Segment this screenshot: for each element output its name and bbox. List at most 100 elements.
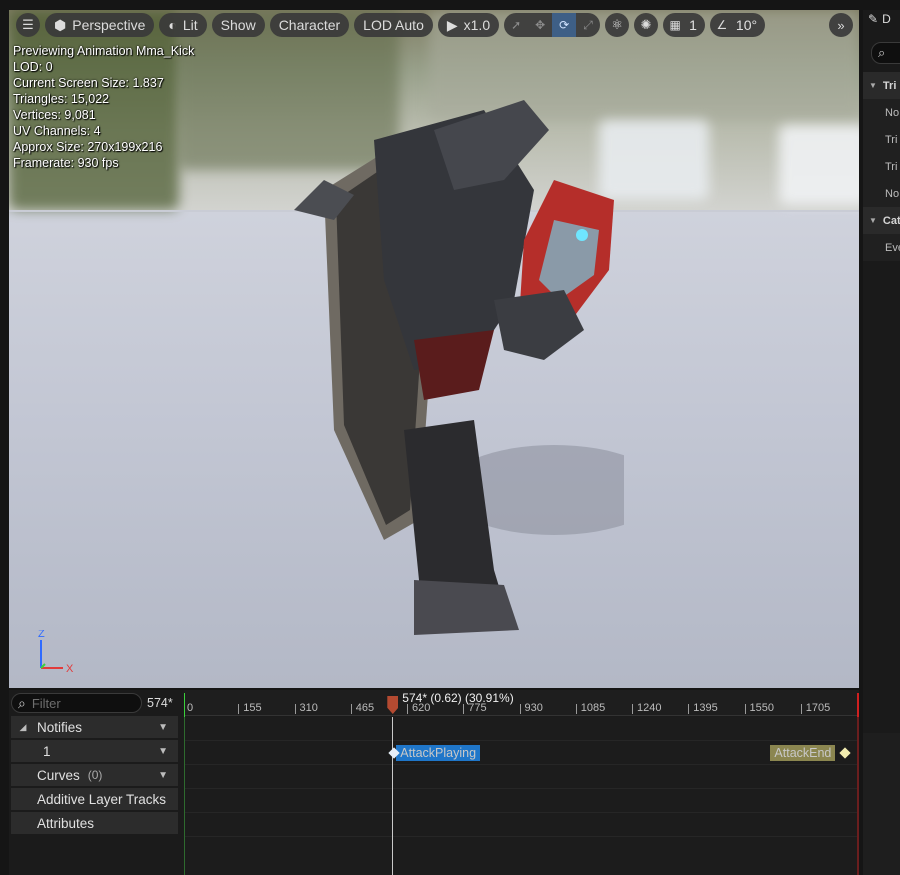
- play-speed-label: x1.0: [463, 17, 491, 33]
- hamburger-icon: ☰: [22, 17, 34, 32]
- attributes-label: Attributes: [37, 815, 95, 831]
- details-row-label: Tri: [885, 133, 898, 146]
- timeline-ruler[interactable]: 0 155 310 465 620 775 930 1085 1240 1395 1550 1705 5…: [184, 690, 859, 717]
- animation-timeline: ⌕ Filter 574* ◢ Notifies ▼ 1 ▼ Curves (0…: [9, 690, 859, 875]
- ruler-tick: [407, 704, 408, 714]
- ruler-tick-label: 1550: [749, 702, 774, 714]
- character-button[interactable]: Character: [269, 13, 350, 37]
- asset-browser-panel: [863, 733, 900, 875]
- axis-gizmo: Z X: [38, 630, 74, 675]
- local-space-button[interactable]: ⚛: [605, 13, 630, 37]
- ruler-tick: [238, 704, 240, 714]
- curves-count: (0): [87, 768, 103, 782]
- background-car-2: [779, 125, 859, 205]
- details-row[interactable]: Tri: [863, 153, 900, 180]
- details-row[interactable]: No: [863, 99, 900, 126]
- notify-marker[interactable]: AttackPlaying: [396, 745, 481, 761]
- current-frame-count: 574*: [147, 696, 173, 710]
- details-search-input[interactable]: ⌕: [871, 42, 900, 64]
- end-marker: [857, 693, 859, 717]
- perspective-label: Perspective: [72, 17, 146, 33]
- stats-screen-size: Current Screen Size: 1.837: [13, 76, 164, 90]
- ruler-tick: [688, 704, 690, 714]
- chevron-down-icon[interactable]: ▼: [158, 746, 168, 757]
- details-row-label: Tri: [885, 160, 898, 173]
- expand-triangle-icon[interactable]: ◢: [15, 722, 31, 733]
- details-row[interactable]: ▼ Tri: [863, 72, 900, 99]
- playhead-line: [392, 717, 394, 875]
- details-row[interactable]: ▼ Cat: [863, 207, 900, 234]
- stats-uv-channels: UV Channels: 4: [13, 124, 101, 138]
- details-row-label: Tri: [882, 79, 897, 92]
- collapse-triangle-icon[interactable]: ▼: [869, 81, 877, 90]
- scale-mode-icon[interactable]: ⤢: [576, 13, 600, 37]
- playhead-handle[interactable]: [387, 696, 399, 714]
- lod-button[interactable]: LOD Auto: [354, 13, 433, 37]
- details-row-label: Cat: [882, 214, 900, 227]
- lit-sphere-icon: ◐: [168, 17, 177, 33]
- ruler-tick-label: 0: [187, 702, 194, 714]
- grid-snap-group[interactable]: ▦ 1: [663, 13, 705, 37]
- viewport-toolbar: ☰ ⬢ Perspective ◐ Lit Show Character LOD…: [9, 10, 859, 40]
- angle-snap-group[interactable]: ∠ 10°: [709, 13, 766, 37]
- attributes-track[interactable]: Attributes: [11, 812, 178, 834]
- chevron-down-icon[interactable]: ▼: [158, 770, 168, 781]
- transform-mode-group: ➚ ✥ ⟳ ⤢: [504, 13, 601, 37]
- ruler-tick-label: 465: [355, 702, 375, 714]
- angle-snap-label: 10°: [735, 17, 758, 33]
- ruler-tick-label: 1085: [580, 702, 606, 714]
- character-mesh[interactable]: [264, 100, 624, 660]
- stats-vertices: Vertices: 9,081: [13, 108, 96, 122]
- ruler-tick: [575, 704, 577, 714]
- track-list: ⌕ Filter 574* ◢ Notifies ▼ 1 ▼ Curves (0…: [9, 690, 184, 875]
- ruler-tick-label: 1240: [637, 702, 662, 714]
- additive-layer-tracks[interactable]: Additive Layer Tracks: [11, 788, 178, 810]
- lit-button[interactable]: ◐ Lit: [159, 13, 207, 37]
- ruler-tick: [744, 704, 746, 714]
- additive-layer-label: Additive Layer Tracks: [37, 791, 167, 807]
- track-filter-input[interactable]: ⌕ Filter: [11, 693, 142, 713]
- show-button[interactable]: Show: [211, 13, 265, 37]
- details-row[interactable]: Eve: [863, 234, 900, 261]
- surface-snap-button[interactable]: ✺: [634, 13, 659, 37]
- lit-label: Lit: [182, 17, 198, 33]
- notify-track-label: 1: [43, 743, 51, 759]
- play-speed-button[interactable]: ▶ x1.0: [437, 13, 500, 37]
- select-mode-icon[interactable]: ➚: [504, 13, 528, 37]
- notify-track-area[interactable]: AttackPlaying AttackEnd: [184, 717, 859, 875]
- notify-marker[interactable]: AttackEnd: [770, 745, 836, 761]
- lane-curves: [184, 765, 859, 789]
- stats-triangles: Triangles: 15,022: [13, 92, 110, 106]
- collapse-triangle-icon[interactable]: ▼: [869, 216, 877, 225]
- perspective-button[interactable]: ⬢ Perspective: [45, 13, 155, 37]
- chevron-down-icon[interactable]: ▼: [158, 722, 168, 733]
- stats-animation-name: Previewing Animation Mma_Kick: [13, 44, 195, 58]
- details-row[interactable]: Tri: [863, 126, 900, 153]
- notify-track-1[interactable]: 1 ▼: [11, 740, 178, 762]
- details-tab[interactable]: ✎ D: [868, 12, 891, 26]
- play-icon: ▶: [446, 16, 458, 33]
- filter-placeholder: Filter: [31, 695, 61, 711]
- character-label: Character: [278, 17, 341, 33]
- lane-attributes: [184, 813, 859, 837]
- ruler-tick: [519, 704, 521, 714]
- translate-mode-icon[interactable]: ✥: [528, 13, 552, 37]
- double-chevron-right-icon: »: [837, 17, 845, 33]
- preview-viewport[interactable]: ☰ ⬢ Perspective ◐ Lit Show Character LOD…: [9, 10, 859, 688]
- notifies-track[interactable]: ◢ Notifies ▼: [11, 716, 178, 738]
- end-line: [857, 717, 859, 875]
- surface-snap-icon: ✺: [640, 17, 652, 32]
- rotate-mode-icon[interactable]: ⟳: [552, 13, 577, 37]
- lane-notify-1: [184, 741, 859, 765]
- details-row-label: Eve: [885, 241, 900, 254]
- viewport-menu-button[interactable]: ☰: [16, 13, 40, 37]
- curves-label: Curves: [37, 767, 80, 783]
- stats-framerate: Framerate: 930 fps: [13, 156, 119, 170]
- details-row[interactable]: No: [863, 180, 900, 207]
- viewport-stats: Previewing Animation Mma_Kick LOD: 0 Cur…: [13, 43, 194, 171]
- axis-x-label: X: [66, 663, 74, 675]
- details-tab-label: D: [882, 12, 891, 26]
- ruler-tick-label: 930: [524, 702, 543, 714]
- toolbar-overflow-button[interactable]: »: [829, 13, 853, 37]
- curves-track[interactable]: Curves (0) ▼: [11, 764, 178, 786]
